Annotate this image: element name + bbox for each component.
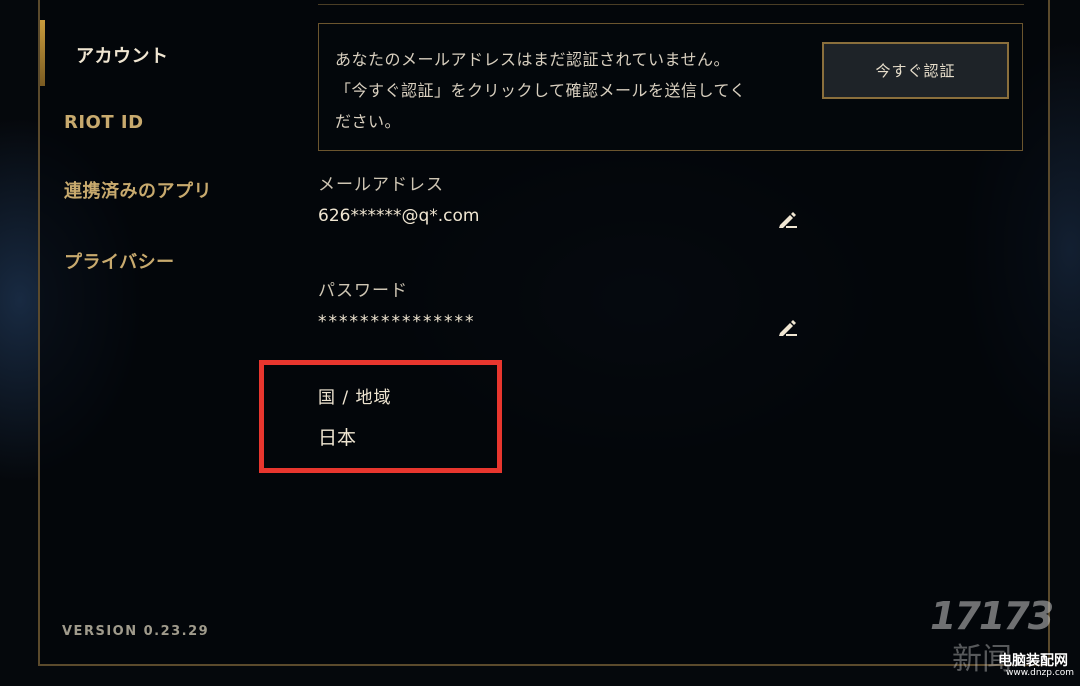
- sidebar-item-account[interactable]: アカウント: [76, 42, 169, 68]
- region-highlight-box: [259, 360, 502, 473]
- version-label: VERSION 0.23.29: [62, 624, 210, 639]
- sidebar-item-riot-id[interactable]: RIOT ID: [64, 112, 144, 133]
- top-divider: [318, 4, 1024, 5]
- email-label: メールアドレス: [318, 175, 444, 195]
- password-value: ***************: [318, 312, 476, 332]
- sidebar-item-connected-apps[interactable]: 連携済みのアプリ: [64, 177, 212, 203]
- active-indicator: [40, 20, 45, 86]
- edit-email-pencil-icon[interactable]: [776, 208, 800, 230]
- verify-now-button[interactable]: 今すぐ認証: [822, 42, 1009, 99]
- password-label: パスワード: [318, 281, 408, 301]
- sidebar-item-privacy[interactable]: プライバシー: [64, 248, 175, 274]
- verification-notice: あなたのメールアドレスはまだ認証されていません。 「今すぐ認証」をクリックして確…: [318, 23, 1023, 151]
- notice-message: あなたのメールアドレスはまだ認証されていません。 「今すぐ認証」をクリックして確…: [335, 50, 747, 131]
- email-value: 626******@q*.com: [318, 206, 480, 226]
- edit-password-pencil-icon[interactable]: [776, 316, 800, 338]
